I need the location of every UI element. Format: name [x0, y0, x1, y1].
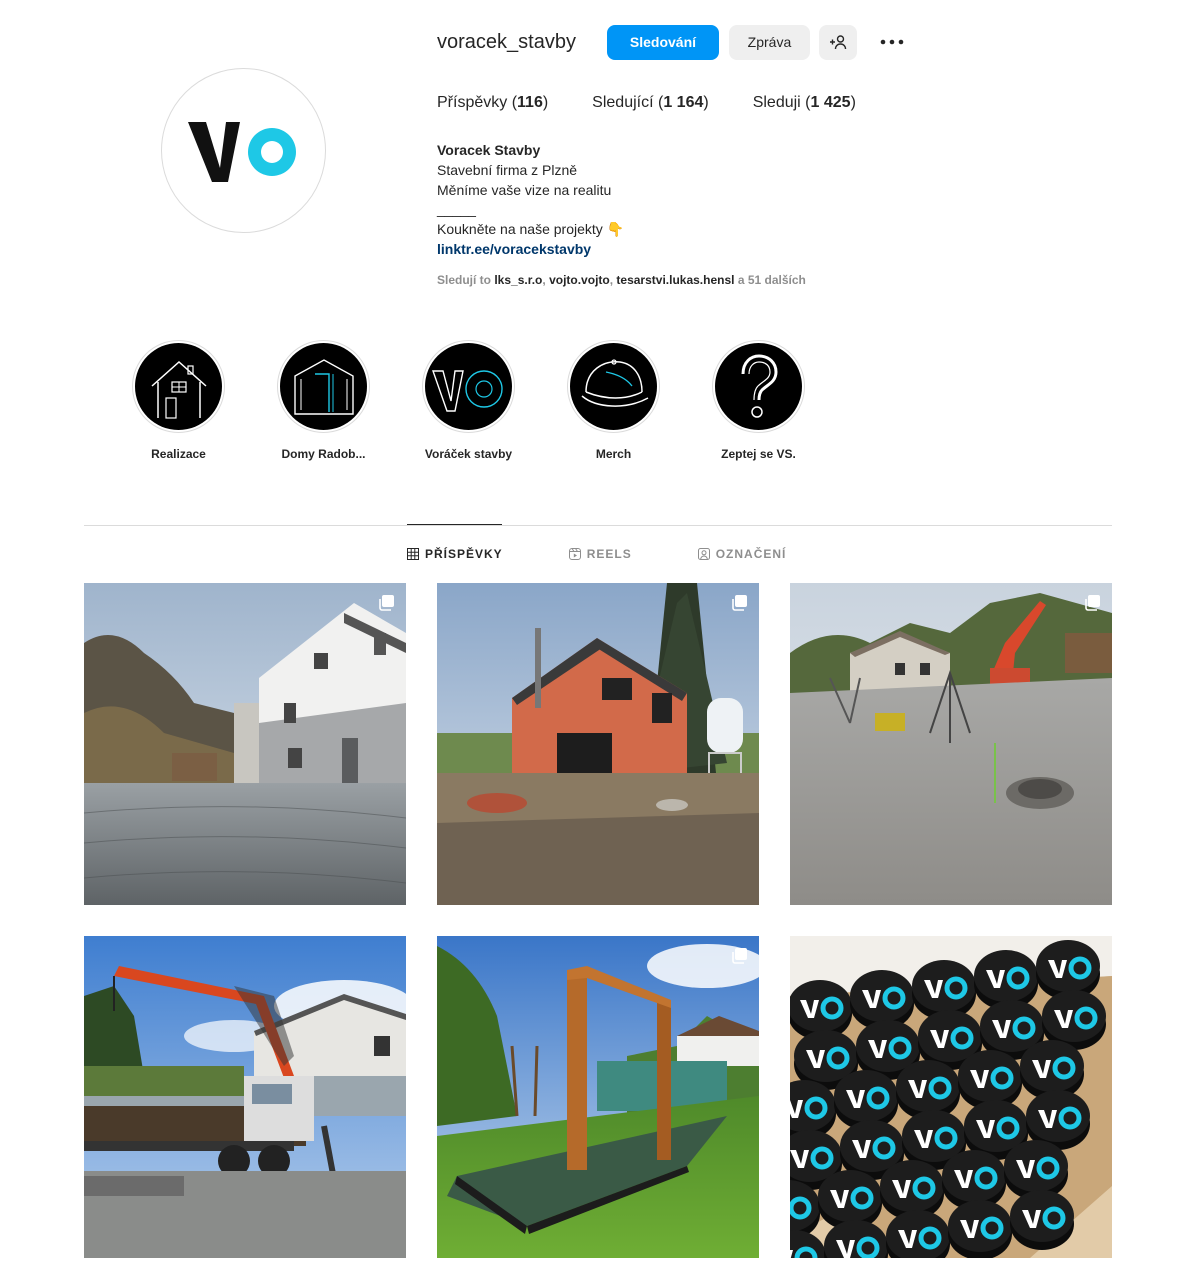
posts-grid [84, 583, 1112, 1258]
message-button[interactable]: Zpráva [728, 24, 810, 60]
puck [1010, 1190, 1074, 1250]
add-person-icon [829, 35, 847, 50]
post-tile[interactable] [437, 936, 759, 1258]
post-image [790, 583, 1112, 905]
tab-tagged[interactable]: OZNAČENÍ [697, 547, 787, 561]
profile-header: voracek_stavby Sledování Zpráva [437, 24, 907, 60]
grid-icon [407, 548, 419, 560]
story-highlights: Realizace Domy Radob... Voráček stavby M… [131, 340, 856, 461]
post-image [437, 936, 759, 1258]
post-tile[interactable] [437, 583, 759, 905]
followed-by-user[interactable]: tesarstvi.lukas.hensl [616, 273, 734, 287]
post-image [84, 936, 406, 1258]
tab-posts[interactable]: PŘÍSPĚVKY [407, 547, 503, 561]
following-button[interactable]: Sledování [606, 24, 719, 60]
carousel-icon [379, 595, 394, 611]
tagged-icon [697, 548, 710, 560]
post-tile[interactable] [84, 583, 406, 905]
active-tab-indicator [407, 524, 502, 525]
bio-line: _____ [437, 201, 476, 218]
post-image [790, 936, 1112, 1258]
profile-tabs: PŘÍSPĚVKY REELS OZNAČENÍ [407, 547, 852, 561]
carousel-icon [732, 948, 747, 964]
bio-line: Stavební firma z Plzně [437, 161, 578, 178]
post-tile[interactable] [790, 583, 1112, 905]
puck [948, 1200, 1012, 1258]
carousel-icon [732, 595, 747, 611]
tab-reels[interactable]: REELS [568, 547, 632, 561]
vo-logo-icon [187, 121, 296, 182]
profile-avatar[interactable] [161, 68, 326, 233]
carousel-icon [1085, 595, 1100, 611]
vo-logo-icon [431, 369, 503, 412]
followed-by-user[interactable]: vojto.vojto [549, 273, 610, 287]
post-image [84, 583, 406, 905]
followers-count[interactable]: Sledující (1 164) [592, 94, 709, 112]
bio-link[interactable]: linktr.ee/voracekstavby [437, 240, 624, 260]
posts-count: Příspěvky (116) [437, 94, 549, 111]
following-count[interactable]: Sleduji (1 425) [753, 94, 856, 112]
username: voracek_stavby [437, 30, 576, 53]
cap-icon [581, 358, 648, 407]
tabs-divider [84, 525, 1112, 526]
reels-icon [568, 548, 581, 560]
highlight-realizace[interactable]: Realizace [131, 340, 226, 461]
bio-line: Měníme vaše vize na realitu [437, 181, 612, 198]
highlight-domy-radob[interactable]: Domy Radob... [276, 340, 371, 461]
ellipsis-icon [880, 39, 904, 45]
bio-line: Koukněte na naše projekty 👇 [437, 221, 625, 238]
building-icon [293, 358, 354, 415]
profile-bio: Voracek Stavby Stavební firma z Plzně Mě… [437, 141, 624, 260]
followed-by-user[interactable]: lks_s.r.o [494, 273, 542, 287]
post-tile[interactable] [790, 936, 1112, 1258]
highlight-zeptej-se[interactable]: Zeptej se VS. [711, 340, 806, 461]
more-options-button[interactable] [877, 27, 907, 57]
display-name: Voracek Stavby [437, 142, 541, 158]
house-icon [151, 360, 206, 419]
highlight-merch[interactable]: Merch [566, 340, 661, 461]
question-icon [741, 353, 778, 418]
profile-stats: Příspěvky (116) Sledující (1 164) Sleduj… [437, 94, 900, 112]
post-tile[interactable] [84, 936, 406, 1258]
highlight-voracek-stavby[interactable]: Voráček stavby [421, 340, 516, 461]
suggest-user-button[interactable] [818, 24, 857, 60]
post-image [437, 583, 759, 905]
followed-by[interactable]: Sledují to lks_s.r.o, vojto.vojto, tesar… [437, 273, 806, 287]
